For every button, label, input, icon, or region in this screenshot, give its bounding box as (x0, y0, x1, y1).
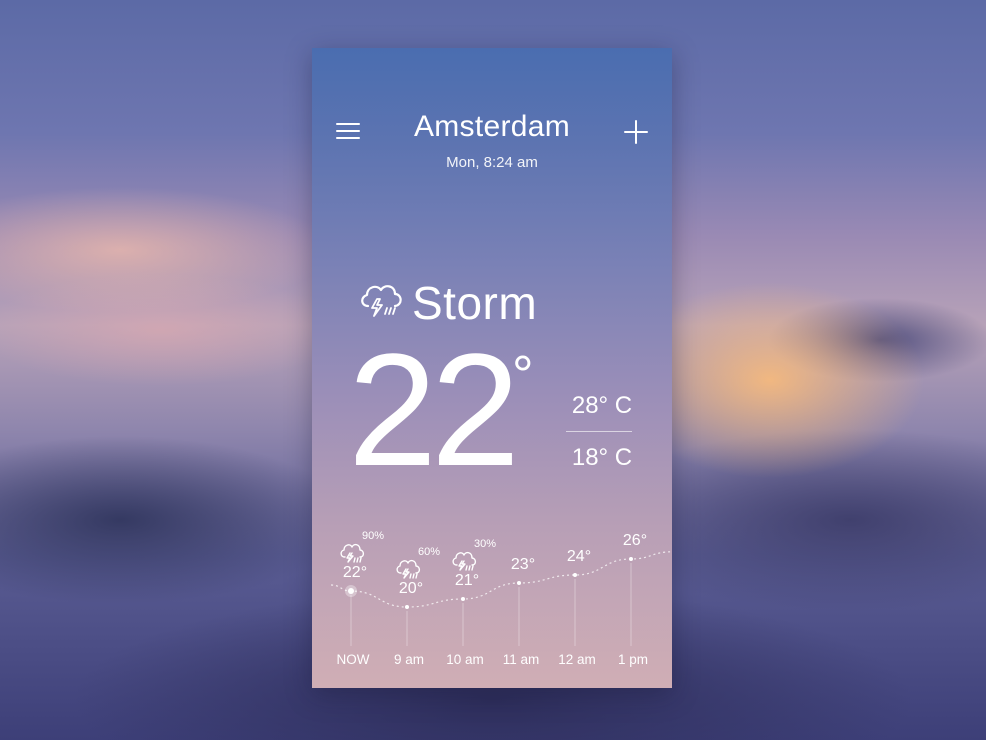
weather-card: Amsterdam Mon, 8:24 am Storm 22 ° 28° C … (312, 48, 672, 688)
forecast-hour-label: 9 am (394, 652, 424, 667)
high-low-divider (566, 431, 632, 432)
forecast-point (461, 597, 465, 601)
precipitation-chance-label: 90% (362, 530, 384, 542)
thunderstorm-icon (396, 559, 421, 579)
now-point-halo (345, 585, 357, 597)
forecast-temp-label: 26° (623, 532, 647, 549)
precipitation-chance-label: 30% (474, 538, 496, 550)
forecast-point (348, 588, 354, 594)
low-temperature: 18° C (571, 444, 633, 471)
forecast-hour-label: 11 am (503, 652, 540, 667)
forecast-temp-label: 24° (567, 548, 591, 565)
forecast-temp-label: 20° (399, 580, 423, 597)
temperature-trend-curve (330, 551, 672, 608)
forecast-hour-label: 10 am (446, 652, 484, 667)
forecast-temp-label: 21° (455, 572, 479, 589)
forecast-point (573, 573, 577, 577)
forecast-point (405, 605, 409, 609)
forecast-hour-label: 12 am (558, 652, 596, 667)
precipitation-chance-label: 60% (418, 546, 440, 558)
current-temperature: 22 (348, 320, 520, 499)
forecast-hour-label: NOW (337, 652, 370, 667)
current-datetime: Mon, 8:24 am (446, 154, 538, 171)
degree-symbol: ° (512, 345, 534, 405)
thunderstorm-cloud-icon (361, 285, 402, 317)
high-temperature: 28° C (571, 392, 633, 419)
blurred-sky-background: Amsterdam Mon, 8:24 am Storm 22 ° 28° C … (0, 0, 986, 740)
forecast-temp-label: 22° (343, 564, 367, 581)
forecast-point (629, 557, 633, 561)
forecast-hour-label: 1 pm (618, 652, 648, 667)
forecast-temp-label: 23° (511, 556, 535, 573)
thunderstorm-icon (340, 543, 365, 563)
add-city-plus-icon[interactable] (624, 120, 648, 144)
forecast-point (517, 581, 521, 585)
thunderstorm-icon (452, 551, 477, 571)
city-title: Amsterdam (413, 110, 571, 143)
